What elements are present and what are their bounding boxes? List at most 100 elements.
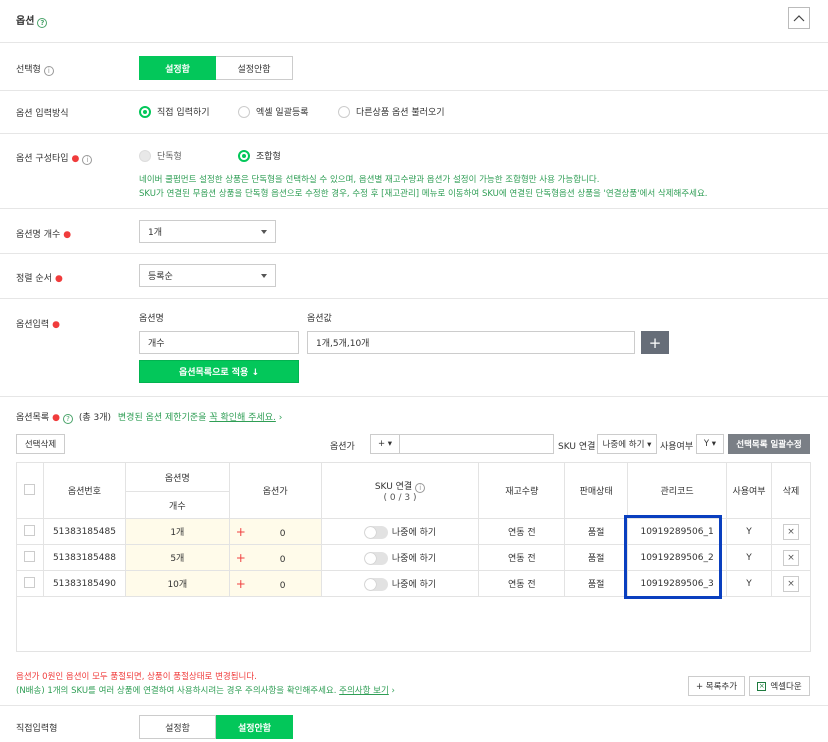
row-option-name[interactable]: 10개	[124, 570, 230, 597]
option-count-select[interactable]: 1개	[139, 220, 276, 243]
sku-filter-label: SKU 연결	[558, 442, 596, 452]
row-option-no: 51383185485	[42, 518, 126, 545]
caution-link[interactable]: 주의사항 보기	[339, 686, 389, 696]
option-type-note-1: 네이버 쿨펌먼트 설정한 상품은 단독형을 선택하실 수 있으며, 옵션별 재고…	[139, 175, 600, 185]
row-option-name[interactable]: 5개	[124, 544, 230, 571]
delete-row-button[interactable]: ×	[782, 575, 799, 592]
plus-icon: +	[235, 550, 246, 565]
sku-filter-select[interactable]: 나중에 하기 ▾	[597, 434, 657, 454]
option-type-note-2: SKU가 연결된 무옵션 상품을 단독형 옵션으로 수정한 경우, 수정 후 […	[139, 189, 708, 199]
sku-multi-note: (N배송) 1개의 SKU를 여러 상품에 연결하여 사용하시려는 경우 주의사…	[16, 686, 395, 696]
header-price: 옵션가	[228, 462, 322, 519]
header-delete: 삭제	[770, 462, 812, 519]
row-sku[interactable]: 나중에 하기	[320, 544, 480, 571]
direct-input-on-button[interactable]: 설정함	[139, 715, 216, 739]
delete-selected-button[interactable]: 선택삭제	[16, 434, 65, 454]
select-all-checkbox[interactable]	[24, 483, 36, 495]
sort-order-label: 정렬 순서 ●	[16, 274, 63, 284]
radio-checked-icon	[139, 105, 151, 118]
input-method-label: 옵션 입력방식	[16, 109, 69, 119]
info-icon[interactable]: i	[82, 155, 93, 165]
row-option-no: 51383185490	[42, 570, 126, 597]
row-stock: 연동 전	[478, 518, 566, 545]
direct-input-toggle: 설정함 설정안함	[139, 715, 293, 739]
table-empty-area	[16, 594, 811, 652]
row-sku[interactable]: 나중에 하기	[320, 570, 480, 597]
radio-excel-upload[interactable]: 엑셀 일괄등록	[238, 105, 309, 118]
radio-combo-type[interactable]: 조합형	[238, 149, 281, 162]
select-type-label: 선택형 i	[16, 62, 54, 76]
section-header: 옵션?	[16, 12, 48, 28]
price-sign-select[interactable]: + ▾	[370, 434, 400, 454]
header-mgmt-code: 관리코드	[627, 462, 728, 519]
zero-price-warning: 옵션가 0원인 옵션이 모두 품절되면, 상품이 품절상태로 변경됩니다.	[16, 672, 257, 682]
collapse-button[interactable]	[788, 7, 810, 29]
header-option-no: 옵션번호	[42, 462, 126, 519]
row-price[interactable]: +0	[228, 544, 322, 571]
plus-icon: +	[235, 524, 246, 539]
apply-to-list-button[interactable]: 옵션목록으로 적용 ↓	[139, 360, 299, 383]
help-icon[interactable]: ?	[37, 18, 48, 28]
radio-unchecked-icon	[238, 105, 250, 118]
toggle-switch[interactable]	[363, 525, 388, 539]
row-checkbox[interactable]	[24, 550, 36, 562]
option-value-input[interactable]: 1개,5개,10개	[307, 331, 635, 354]
row-status: 품절	[564, 544, 629, 571]
row-delete: ×	[770, 544, 812, 571]
add-list-button[interactable]: + 목록추가	[688, 676, 745, 696]
row-sku[interactable]: 나중에 하기	[320, 518, 480, 545]
use-filter-label: 사용여부	[660, 442, 694, 452]
price-filter-input[interactable]	[399, 434, 554, 454]
row-price[interactable]: +0	[228, 518, 322, 545]
header-option-name: 옵션명	[124, 462, 230, 492]
row-use[interactable]: Y	[726, 518, 772, 545]
select-all-cell	[16, 462, 44, 519]
direct-input-off-button[interactable]: 설정안함	[216, 715, 293, 739]
help-icon[interactable]: ?	[62, 414, 73, 424]
delete-row-button[interactable]: ×	[782, 549, 799, 566]
excel-icon: ×	[757, 681, 767, 691]
option-value-header: 옵션값	[307, 314, 332, 324]
notice-link[interactable]: 꼭 확인해 주세요.	[209, 413, 276, 423]
row-use[interactable]: Y	[726, 570, 772, 597]
use-filter-select[interactable]: Y ▾	[696, 434, 724, 454]
chevron-right-icon: ›	[278, 413, 283, 423]
radio-disabled-icon	[139, 149, 151, 162]
row-use[interactable]: Y	[726, 544, 772, 571]
option-count-label: 옵션명 개수 ●	[16, 230, 72, 240]
header-sale-status: 판매상태	[564, 462, 629, 519]
section-title: 옵션	[16, 16, 35, 27]
row-checkbox[interactable]	[24, 524, 36, 536]
excel-download-button[interactable]: × 엑셀다운	[749, 676, 810, 696]
radio-direct-input[interactable]: 직접 입력하기	[139, 105, 210, 118]
row-option-no: 51383185488	[42, 544, 126, 571]
header-stock: 재고수량	[478, 462, 566, 519]
info-icon[interactable]: i	[415, 482, 426, 493]
row-checkbox[interactable]	[24, 576, 36, 588]
select-type-off-button[interactable]: 설정안함	[216, 56, 293, 80]
row-price[interactable]: +0	[228, 570, 322, 597]
delete-row-button[interactable]: ×	[782, 523, 799, 540]
select-type-toggle: 설정함 설정안함	[139, 56, 293, 80]
toggle-switch[interactable]	[363, 551, 388, 565]
radio-single-type[interactable]: 단독형	[139, 149, 182, 162]
select-type-on-button[interactable]: 설정함	[139, 56, 216, 80]
row-option-name[interactable]: 1개	[124, 518, 230, 545]
radio-unchecked-icon	[338, 105, 350, 118]
option-name-input[interactable]: 개수	[139, 331, 299, 354]
option-type-label: 옵션 구성타입 ● i	[16, 151, 93, 165]
radio-checked-icon	[238, 149, 250, 162]
header-sku: SKU 연결 i( 0 / 3 )	[320, 462, 480, 519]
sort-order-select[interactable]: 등록순	[139, 264, 276, 287]
bulk-edit-button[interactable]: 선택목록 일괄수정	[728, 434, 810, 454]
caret-down-icon	[261, 230, 267, 234]
plus-icon: +	[235, 576, 246, 591]
toggle-switch[interactable]	[363, 577, 388, 591]
chevron-right-icon: ›	[391, 686, 395, 696]
option-name-header: 옵션명	[139, 314, 164, 324]
option-list-header: 옵션목록 ●? (총 3개) 변경된 옵션 제한기준을 꼭 확인해 주세요. ›	[16, 413, 283, 424]
sku-count: ( 0 / 3 )	[383, 492, 417, 503]
info-icon[interactable]: i	[43, 66, 54, 76]
add-option-row-button[interactable]: +	[641, 331, 669, 354]
radio-load-other[interactable]: 다른상품 옵션 불러오기	[338, 105, 445, 118]
